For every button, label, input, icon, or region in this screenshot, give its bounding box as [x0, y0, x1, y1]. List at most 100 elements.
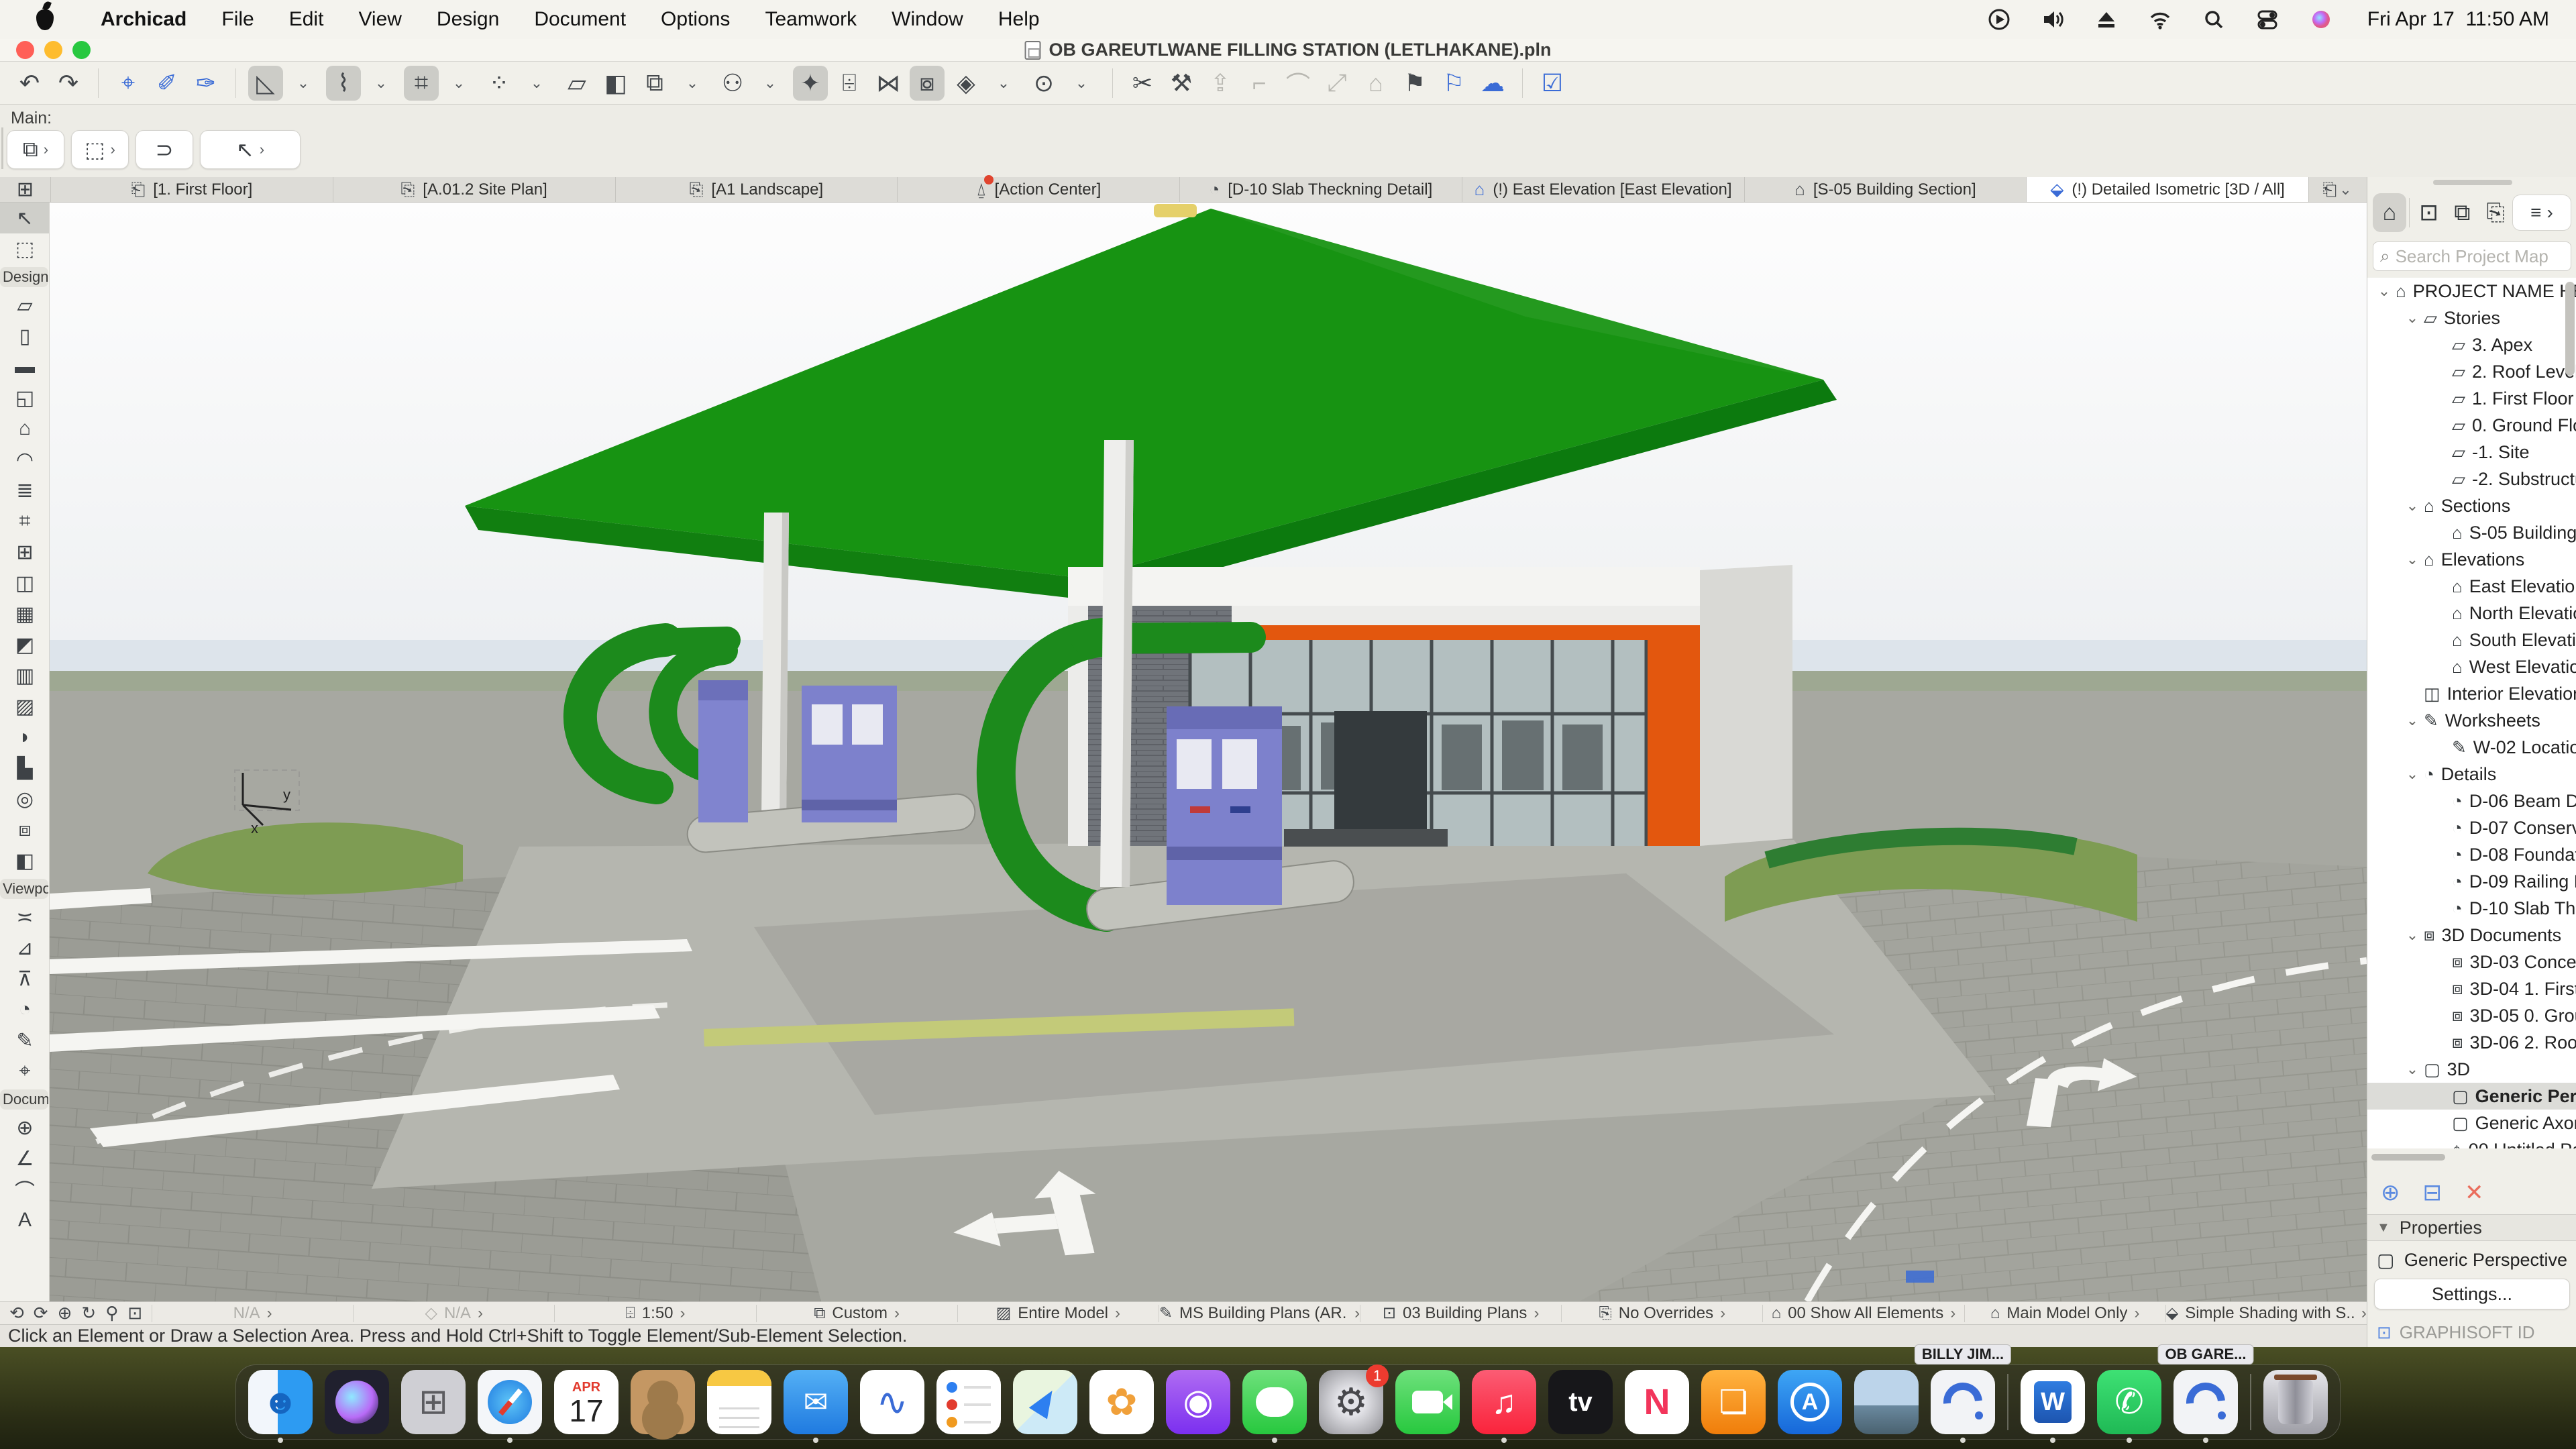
bimcloud-button[interactable]: ☁: [1475, 66, 1510, 101]
object-tool[interactable]: ▙: [0, 753, 50, 784]
delete-viewpoint-button[interactable]: ✕: [2465, 1179, 2484, 1206]
tree-item[interactable]: ◔D-09 Railing Detai...: [2367, 868, 2576, 895]
dock-word-icon[interactable]: W: [2021, 1370, 2085, 1434]
tree-item[interactable]: ⌖00 Untitled Path: [2367, 1136, 2576, 1148]
dock-contacts-icon[interactable]: [631, 1370, 695, 1434]
tree-item[interactable]: ⌄▱Stories: [2367, 305, 2576, 331]
marquee-selection-button[interactable]: ⧇: [910, 66, 945, 101]
chevron-icon[interactable]: ⌄: [2373, 282, 2396, 300]
skewed-grid-button[interactable]: ▱: [559, 66, 594, 101]
dock-safari-icon[interactable]: [478, 1370, 542, 1434]
publisher-sets-tab[interactable]: ⎘: [2479, 193, 2512, 232]
project-map-search[interactable]: ⌕: [2373, 241, 2571, 271]
section-tool[interactable]: ⊿: [0, 932, 50, 963]
chevron-icon[interactable]: ⌄: [2401, 926, 2424, 944]
split-button[interactable]: ✂: [1125, 66, 1160, 101]
guide-lines-options[interactable]: ⌄: [286, 66, 321, 101]
orbit-options[interactable]: ⌄: [1064, 66, 1099, 101]
orbit-mode-button[interactable]: ⊙: [1026, 66, 1061, 101]
dock-calendar-icon[interactable]: APR17: [554, 1370, 619, 1434]
layout-book-tab[interactable]: ⧉: [2445, 193, 2479, 232]
marquee-tool[interactable]: ⬚›: [71, 130, 129, 169]
dock-archicad-icon[interactable]: BILLY JIM...: [1931, 1370, 1995, 1434]
roof-tool[interactable]: ⌂: [0, 413, 50, 444]
flag-list-button[interactable]: ⚐: [1436, 66, 1471, 101]
tree-item[interactable]: ⌂East Elevation (Au...: [2367, 573, 2576, 600]
chevron-icon[interactable]: ⌄: [2401, 1061, 2424, 1078]
siri-icon[interactable]: [2308, 7, 2334, 32]
marquee-tool[interactable]: ⬚: [0, 233, 50, 264]
dock-facetime-icon[interactable]: [1395, 1370, 1460, 1434]
tab-1-first-floor[interactable]: ⎗[1. First Floor]: [51, 177, 333, 202]
3d-viewport[interactable]: x y: [50, 203, 2367, 1301]
zoom-in-button[interactable]: ⊕: [58, 1303, 72, 1324]
dock-music-icon[interactable]: ♫: [1472, 1370, 1536, 1434]
tree-item[interactable]: ⌂S-05 Building Sec...: [2367, 519, 2576, 546]
3d-cutaway-button[interactable]: ◈: [949, 66, 983, 101]
check-model-button[interactable]: ☑: [1535, 66, 1570, 101]
dock-aerial-icon[interactable]: [1854, 1370, 1919, 1434]
menu-clock[interactable]: Fri Apr 17 11:50 AM: [2367, 8, 2549, 31]
dock-launchpad-icon[interactable]: ⊞: [401, 1370, 466, 1434]
snap-guides-button[interactable]: ⌇: [326, 66, 361, 101]
tree-item[interactable]: ⌄⌂Elevations: [2367, 546, 2576, 573]
tab-d-10-slab-theckning-detail[interactable]: ◔[D-10 Slab Theckning Detail]: [1180, 177, 1462, 202]
tree-item[interactable]: ⌂North Elevation (A...: [2367, 600, 2576, 627]
arrow-tool[interactable]: ↖›: [200, 130, 301, 169]
dock-notes-icon[interactable]: [707, 1370, 771, 1434]
railing-tool[interactable]: ⌗: [0, 506, 50, 537]
stair-tool[interactable]: ≣: [0, 475, 50, 506]
coordinates-options[interactable]: ⌄: [441, 66, 476, 101]
inject-all-button[interactable]: ✑: [189, 66, 223, 101]
guide-lines-button[interactable]: ◺: [248, 66, 283, 101]
tree-item[interactable]: ⧈3D-03 Conceptual...: [2367, 949, 2576, 975]
3d-style-control[interactable]: ⬙Simple Shading with S...›: [2166, 1303, 2367, 1323]
renovation-filter-control[interactable]: ⌂00 Show All Elements›: [1763, 1304, 1964, 1323]
tab-s-05-building-section[interactable]: ⌂[S-05 Building Section]: [1745, 177, 2027, 202]
adjust-button[interactable]: ⚒: [1164, 66, 1199, 101]
partial-structure-control[interactable]: ⌂Main Model Only›: [1965, 1304, 2165, 1323]
flag-button[interactable]: ⚑: [1397, 66, 1432, 101]
chevron-icon[interactable]: ⌄: [2401, 765, 2424, 783]
menu-options[interactable]: Options: [643, 8, 747, 30]
shell-tool[interactable]: ◠: [0, 444, 50, 475]
structure-display-control[interactable]: ▨Entire Model›: [958, 1303, 1159, 1323]
tree-item[interactable]: ◔D-08 Foundation D...: [2367, 841, 2576, 868]
morph-tool[interactable]: ◗: [0, 722, 50, 753]
now-playing-icon[interactable]: [1986, 7, 2012, 32]
graphisoft-id-bar[interactable]: ⊡ GRAPHISOFT ID: [2367, 1318, 2576, 1347]
mesh-tool[interactable]: ▨: [0, 691, 50, 722]
chevron-icon[interactable]: ⌄: [2401, 309, 2424, 327]
tree-item[interactable]: ⧈3D-04 1. First Floo...: [2367, 975, 2576, 1002]
menu-edit[interactable]: Edit: [272, 8, 341, 30]
dock-reminders-icon[interactable]: [936, 1370, 1001, 1434]
magic-wand-button[interactable]: ✦: [793, 66, 828, 101]
pen-set-control[interactable]: ✎MS Building Plans (AR...›: [1159, 1303, 1360, 1323]
dock-mail-icon[interactable]: ✉: [784, 1370, 848, 1434]
dock-podcasts-icon[interactable]: ◉: [1166, 1370, 1230, 1434]
view-forward-button[interactable]: ⟳: [34, 1303, 48, 1324]
elevation-tool[interactable]: ⊼: [0, 963, 50, 994]
menu-teamwork[interactable]: Teamwork: [747, 8, 874, 30]
equipment-tool[interactable]: ⧈: [0, 814, 50, 845]
mirror-button[interactable]: ◧: [598, 66, 633, 101]
window-tool[interactable]: ▦: [0, 598, 50, 629]
wall-tool[interactable]: ▱: [0, 290, 50, 321]
snap-guides-options[interactable]: ⌄: [364, 66, 398, 101]
menu-view[interactable]: View: [341, 8, 419, 30]
apple-menu-icon[interactable]: [36, 9, 54, 30]
tab-a1-landscape[interactable]: ⎘[A1 Landscape]: [616, 177, 898, 202]
lamp-tool[interactable]: ◎: [0, 784, 50, 814]
radial-dimension-tool[interactable]: ⌒: [0, 1174, 50, 1205]
model-view-options-control[interactable]: ⊡03 Building Plans›: [1360, 1303, 1561, 1323]
dock-finder-icon[interactable]: ☻: [248, 1370, 313, 1434]
beam-tool[interactable]: ▬: [0, 352, 50, 382]
chevron-icon[interactable]: ⌄: [2401, 497, 2424, 515]
zone-tool[interactable]: ◧: [0, 845, 50, 876]
renovation-na-control[interactable]: ◇N/A›: [354, 1303, 554, 1323]
tree-item[interactable]: ▱-1. Site: [2367, 439, 2576, 466]
trace-reference-button[interactable]: ⧉: [637, 66, 672, 101]
column-tool[interactable]: ▯: [0, 321, 50, 352]
settings-button[interactable]: Settings...: [2374, 1279, 2570, 1309]
transform-tool[interactable]: ⧉›: [7, 130, 64, 169]
